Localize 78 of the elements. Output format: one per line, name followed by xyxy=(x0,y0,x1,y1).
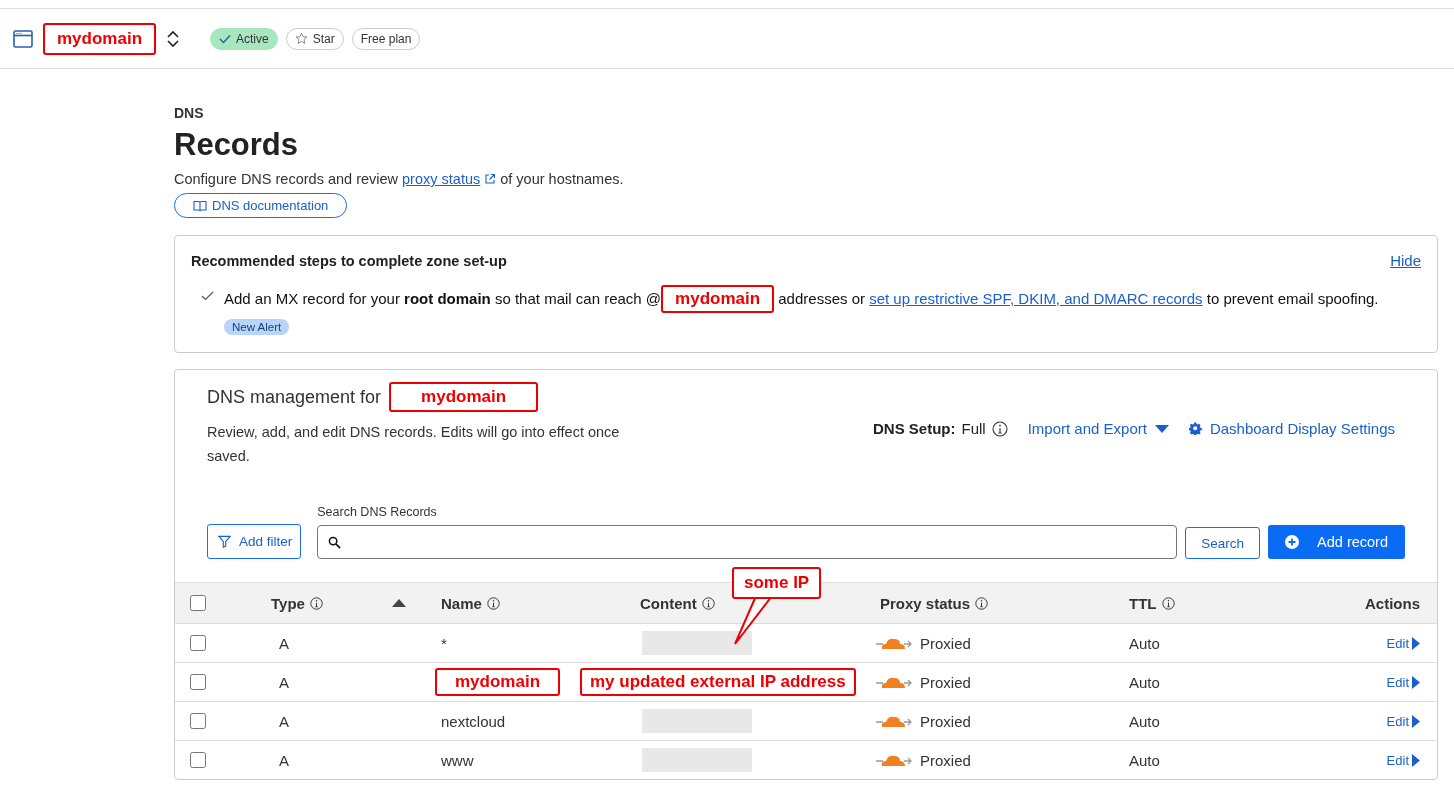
ttl-cell: Auto xyxy=(1129,712,1160,730)
import-export-dropdown[interactable]: Import and Export xyxy=(1027,420,1169,437)
proxy-status-link[interactable]: proxy status xyxy=(402,171,481,187)
documentation-button[interactable]: DNS documentation xyxy=(174,193,348,218)
email-records-link[interactable]: set up restrictive SPF, DKIM, and DMARC records xyxy=(869,290,1203,307)
row-checkbox[interactable] xyxy=(190,674,206,690)
row-checkbox[interactable] xyxy=(190,635,206,651)
domain-annotation: mydomain xyxy=(661,285,775,313)
section-label: DNS xyxy=(174,105,205,121)
step-text: Add an MX record for your root domain so that mail can reach @ mydomain addresses or set up restrictive SPF, DKIM, and DMARC records to prevent email spoofing. New Alert xyxy=(224,285,1384,340)
caret-right-icon xyxy=(1412,636,1420,650)
type-cell-text: A xyxy=(278,634,289,652)
proxy-status-cell: Proxied xyxy=(920,673,971,691)
zone-annotation: mydomain xyxy=(43,22,157,55)
column-header[interactable]: Content xyxy=(640,594,697,612)
plus-circle-icon xyxy=(1285,535,1300,549)
proxy-status-cell: Proxied xyxy=(920,712,971,730)
column-header[interactable]: Name xyxy=(441,594,482,612)
gear-icon xyxy=(1188,422,1202,435)
search-button[interactable]: Search xyxy=(1185,527,1261,559)
edit-link[interactable]: Edit xyxy=(1386,713,1420,729)
search-label: Search DNS Records xyxy=(317,505,438,519)
setup-label: DNS Setup: xyxy=(873,420,956,437)
status-badge: Active xyxy=(210,27,278,50)
type-cell-text: A xyxy=(278,673,289,691)
add-record-button[interactable]: Add record xyxy=(1268,525,1405,559)
management-subtitle: Review, add, and edit DNS records. Edits will go into effect once saved. xyxy=(207,423,621,466)
plan-badge: Free plan xyxy=(351,27,421,50)
name-annotation: mydomain xyxy=(435,668,561,696)
up-down-chevron-icon[interactable] xyxy=(166,28,181,49)
sort-ascending-icon[interactable] xyxy=(392,599,406,607)
page-title: Records xyxy=(174,127,300,163)
callout-annotation: some IP xyxy=(732,567,822,599)
setup-value: Full xyxy=(961,420,986,437)
description-text: Configure DNS records and review xyxy=(174,171,399,187)
select-all-checkbox[interactable] xyxy=(190,595,206,611)
column-header[interactable]: Type xyxy=(271,594,305,612)
display-settings-button[interactable]: Dashboard Display Settings xyxy=(1188,420,1395,437)
caret-right-icon xyxy=(1412,753,1420,767)
domain-annotation: mydomain xyxy=(389,382,539,412)
edit-link[interactable]: Edit xyxy=(1386,674,1420,690)
management-title: DNS management for xyxy=(207,386,382,408)
hide-link[interactable]: Hide xyxy=(1390,252,1421,269)
column-header[interactable]: TTL xyxy=(1129,594,1157,612)
external-link-icon xyxy=(484,173,497,185)
caret-down-icon xyxy=(1154,424,1169,433)
star-icon xyxy=(294,32,308,45)
edit-link[interactable]: Edit xyxy=(1386,752,1420,768)
steps-title: Recommended steps to complete zone set-up xyxy=(191,252,507,269)
new-alert-badge: New Alert xyxy=(224,319,290,335)
ip-annotation: my updated external IP address xyxy=(580,668,856,696)
filter-icon xyxy=(218,535,231,548)
name-cell: www xyxy=(441,751,474,769)
proxy-status-cell: Proxied xyxy=(920,634,971,652)
column-header[interactable]: Actions xyxy=(1365,594,1420,612)
type-cell-text: A xyxy=(278,712,289,730)
browser-window-icon xyxy=(13,29,33,48)
search-icon xyxy=(328,535,342,549)
caret-right-icon xyxy=(1412,675,1420,689)
book-icon xyxy=(193,199,207,212)
star-button[interactable]: Star xyxy=(285,27,344,50)
description-text: of your hostnames. xyxy=(500,171,624,187)
search-field[interactable] xyxy=(317,525,1178,559)
type-cell-text: A xyxy=(278,751,289,769)
info-icon xyxy=(991,420,1008,437)
ttl-cell: Auto xyxy=(1129,673,1160,691)
ttl-cell: Auto xyxy=(1129,634,1160,652)
add-filter-button[interactable]: Add filter xyxy=(207,524,302,559)
ttl-cell: Auto xyxy=(1129,751,1160,769)
column-header[interactable]: Proxy status xyxy=(880,594,971,612)
proxy-status-cell: Proxied xyxy=(920,751,971,769)
checkmark-icon xyxy=(219,33,232,44)
edit-link[interactable]: Edit xyxy=(1386,635,1420,651)
name-cell: nextcloud xyxy=(441,712,506,730)
caret-right-icon xyxy=(1412,714,1420,728)
row-checkbox[interactable] xyxy=(190,752,206,768)
row-checkbox[interactable] xyxy=(190,713,206,729)
name-cell: * xyxy=(441,634,447,652)
